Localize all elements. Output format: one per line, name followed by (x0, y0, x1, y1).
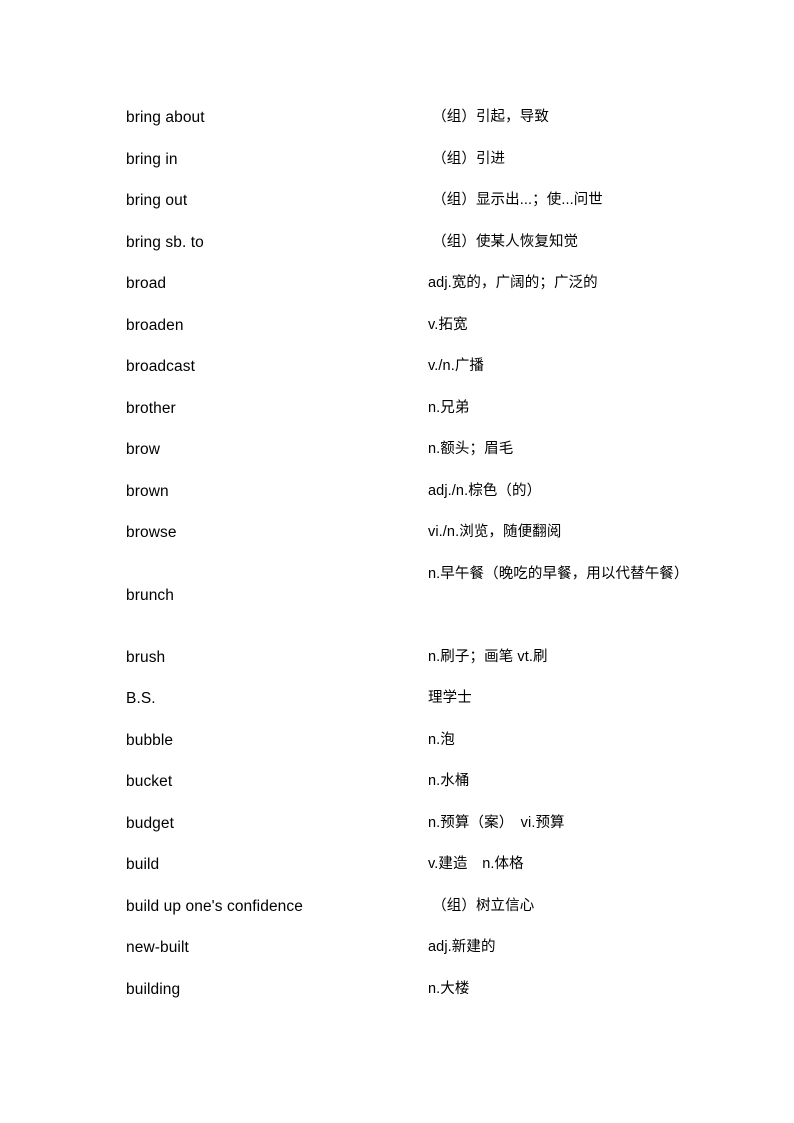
glossary-definition: n.泡 (428, 731, 455, 748)
glossary-definition: v.拓宽 (428, 316, 468, 333)
glossary-list: bring about （组）引起，导致 bring in （组）引进 bring … (126, 97, 689, 1011)
glossary-definition: n.兄弟 (428, 399, 470, 416)
glossary-term: new-built (126, 939, 189, 956)
glossary-term: bring about (126, 109, 205, 126)
glossary-term: browse (126, 524, 177, 541)
glossary-definition: （组）引进 (428, 150, 506, 167)
document-page: bring about （组）引起，导致 bring in （组）引进 bring … (0, 0, 794, 1123)
glossary-entry: bring out （组）显示出...；使...问世 (126, 180, 686, 222)
glossary-entry: B.S. 理学士 (126, 678, 686, 720)
glossary-definition: （组）使某人恢复知觉 (428, 233, 579, 250)
glossary-term: broadcast (126, 358, 195, 375)
glossary-definition: v./n.广播 (428, 358, 485, 374)
glossary-term: building (126, 980, 181, 998)
glossary-definition: （组）显示出...；使...问世 (428, 192, 603, 208)
glossary-entry: bring sb. to （组）使某人恢复知觉 (126, 222, 686, 264)
glossary-entry: brunch n.早午餐（晚吃的早餐，用以代替午餐） (126, 554, 689, 637)
glossary-definition: n.预算（案） vi.预算 (428, 814, 565, 831)
glossary-term: bring in (126, 150, 178, 168)
glossary-entry: building n.大楼 (126, 969, 686, 1011)
glossary-entry: build up one's confidence （组）树立信心 (126, 886, 686, 928)
glossary-definition: （组）引起，导致 (428, 109, 549, 125)
glossary-entry: brown adj./n.棕色（的） (126, 471, 686, 513)
glossary-entry: new-built adj.新建的 (126, 927, 686, 969)
glossary-definition: n.早午餐（晚吃的早餐，用以代替午餐） (428, 565, 689, 582)
glossary-definition: vi./n.浏览，随便翻阅 (428, 524, 562, 540)
glossary-entry: brother n.兄弟 (126, 388, 686, 430)
glossary-entry: bring in （组）引进 (126, 139, 686, 181)
glossary-definition: （组）树立信心 (428, 897, 535, 914)
glossary-definition: adj./n.棕色（的） (428, 482, 542, 499)
glossary-term: brow (126, 441, 160, 458)
glossary-definition: adj.宽的，广阔的；广泛的 (428, 275, 598, 291)
glossary-entry: bucket n.水桶 (126, 761, 686, 803)
glossary-entry: brow n.额头；眉毛 (126, 429, 686, 471)
glossary-term: bring out (126, 192, 188, 209)
glossary-term: budget (126, 814, 175, 832)
glossary-entry: bubble n.泡 (126, 720, 686, 762)
glossary-entry: budget n.预算（案） vi.预算 (126, 803, 686, 845)
glossary-term: build (126, 856, 160, 873)
glossary-entry: broadcast v./n.广播 (126, 346, 686, 388)
glossary-definition: n.额头；眉毛 (428, 441, 514, 457)
glossary-term: build up one's confidence (126, 897, 303, 915)
glossary-entry: brush n.刷子；画笔 vt.刷 (126, 637, 686, 679)
glossary-entry: build v.建造 n.体格 (126, 844, 686, 886)
glossary-term: brown (126, 482, 169, 500)
glossary-entry: bring about （组）引起，导致 (126, 97, 686, 139)
glossary-entry: broaden v.拓宽 (126, 305, 686, 347)
glossary-term: broaden (126, 316, 184, 334)
glossary-term: bring sb. to (126, 233, 204, 251)
glossary-term: B.S. (126, 690, 156, 707)
glossary-term: brush (126, 648, 166, 666)
glossary-term: brother (126, 399, 176, 417)
glossary-definition: adj.新建的 (428, 939, 496, 955)
glossary-definition: n.水桶 (428, 773, 470, 789)
glossary-definition: n.刷子；画笔 vt.刷 (428, 648, 548, 665)
glossary-term: brunch (126, 586, 174, 604)
glossary-definition: v.建造 n.体格 (428, 856, 524, 872)
glossary-definition: n.大楼 (428, 980, 470, 997)
glossary-term: bucket (126, 773, 173, 790)
glossary-definition: 理学士 (428, 690, 472, 706)
glossary-entry: browse vi./n.浏览，随便翻阅 (126, 512, 686, 554)
glossary-entry: broad adj.宽的，广阔的；广泛的 (126, 263, 686, 305)
glossary-term: broad (126, 275, 167, 292)
glossary-term: bubble (126, 731, 174, 749)
